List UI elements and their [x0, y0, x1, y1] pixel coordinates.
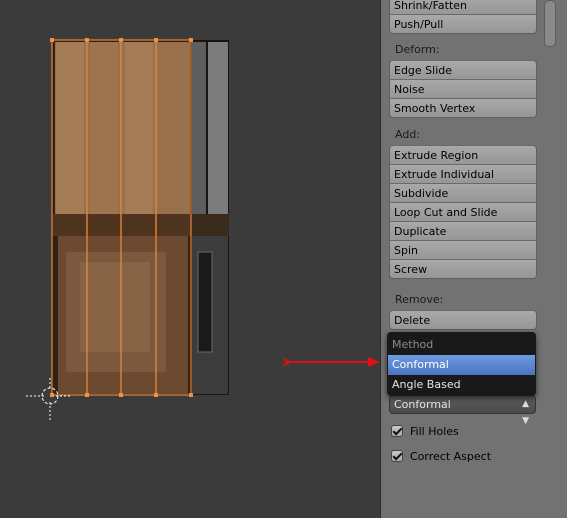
extrude-individual-button[interactable]: Extrude Individual [389, 164, 537, 184]
loop-cut-and-slide-button[interactable]: Loop Cut and Slide [389, 202, 537, 222]
select-arrows-icon: ▲ ▼ [522, 399, 529, 426]
edge-slide-button[interactable]: Edge Slide [389, 60, 537, 80]
correct-aspect-row[interactable]: Correct Aspect [391, 448, 491, 464]
method-menu-title: Method [392, 338, 434, 351]
correct-aspect-label: Correct Aspect [410, 449, 492, 463]
add-label: Add: [395, 128, 421, 141]
smooth-vertex-button[interactable]: Smooth Vertex [389, 98, 537, 118]
noise-button[interactable]: Noise [389, 79, 537, 99]
uv-islands [51, 39, 192, 396]
tool-shelf-scrollbar[interactable] [544, 0, 556, 47]
correct-aspect-checkbox[interactable] [391, 450, 403, 462]
push-pull-button[interactable]: Push/Pull [389, 14, 537, 34]
method-dropdown-menu: Method Conformal Angle Based [387, 332, 536, 396]
remove-buttons: Delete [389, 310, 537, 330]
shrink-fatten-button[interactable]: Shrink/Fatten [389, 0, 537, 15]
duplicate-button[interactable]: Duplicate [389, 221, 537, 241]
add-buttons: Extrude Region Extrude Individual Subdiv… [389, 145, 537, 279]
top-buttons: Shrink/Fatten Push/Pull [389, 0, 537, 34]
deform-label: Deform: [395, 43, 440, 56]
fill-holes-checkbox[interactable] [391, 425, 403, 437]
deform-buttons: Edge Slide Noise Smooth Vertex [389, 60, 537, 118]
uv-texture-canvas[interactable] [0, 0, 380, 518]
method-select[interactable]: Conformal ▲ ▼ [389, 395, 536, 426]
remove-label: Remove: [395, 293, 444, 306]
fill-holes-label: Fill Holes [410, 424, 459, 438]
method-select-value: Conformal [394, 398, 451, 411]
spin-button[interactable]: Spin [389, 240, 537, 260]
subdivide-button[interactable]: Subdivide [389, 183, 537, 203]
method-option-conformal[interactable]: Conformal [388, 355, 535, 375]
method-option-angle-based[interactable]: Angle Based [388, 375, 535, 395]
tool-shelf: Shrink/Fatten Push/Pull Deform: Edge Sli… [380, 0, 567, 518]
extrude-region-button[interactable]: Extrude Region [389, 145, 537, 165]
fill-holes-row[interactable]: Fill Holes [391, 423, 459, 439]
uv-viewport[interactable] [0, 0, 380, 518]
screw-button[interactable]: Screw [389, 259, 537, 279]
delete-button[interactable]: Delete [389, 310, 537, 330]
red-arrow-icon [282, 357, 380, 367]
